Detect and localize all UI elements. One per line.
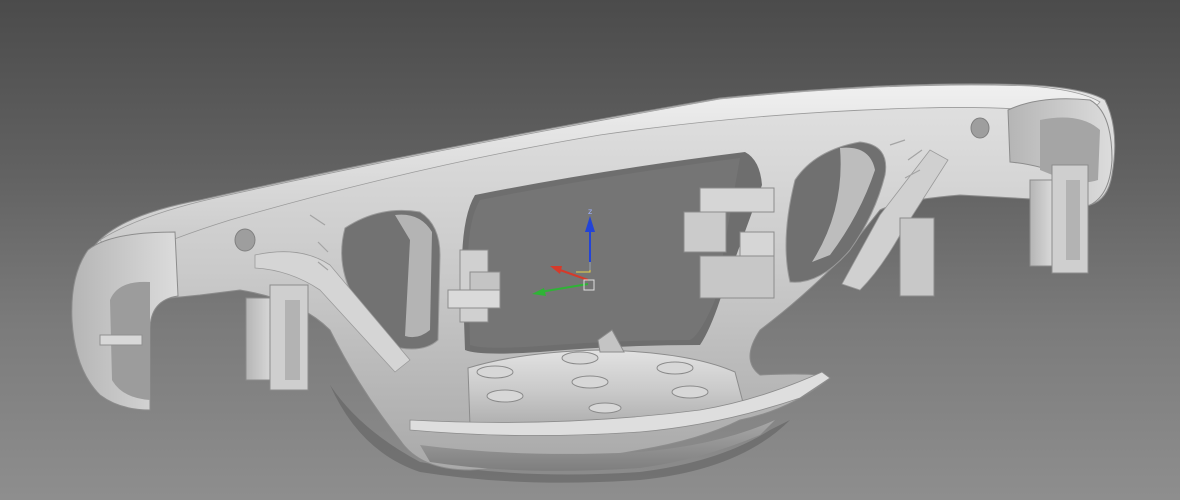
right-mid-block xyxy=(899,217,935,297)
right-pin-hole xyxy=(970,117,990,139)
left-jaw-tab xyxy=(99,334,143,346)
right-guide-block xyxy=(1029,179,1055,267)
left-wear-plate-group xyxy=(245,284,309,391)
right-guide-block-face xyxy=(1066,180,1080,260)
left-guide-block-face xyxy=(285,300,300,380)
bogie-side-frame-model[interactable] xyxy=(71,83,1116,483)
scene-canvas[interactable]: z xyxy=(0,0,1180,500)
3d-viewport[interactable]: z xyxy=(0,0,1180,500)
left-pin-hole xyxy=(234,228,256,252)
z-axis-label: z xyxy=(588,207,592,216)
